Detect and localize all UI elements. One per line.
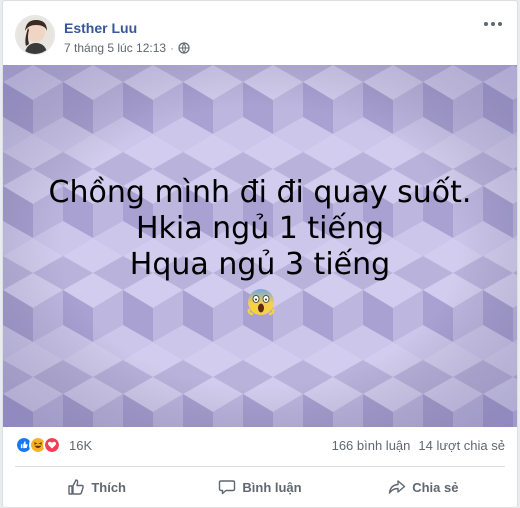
post-actions: Thích Bình luận Chia sẻ xyxy=(15,469,505,505)
thumbs-up-icon xyxy=(68,479,85,495)
share-count[interactable]: 14 lượt chia sẻ xyxy=(418,438,505,453)
post-stats: 166 bình luận 14 lượt chia sẻ xyxy=(332,438,505,453)
post-text-line-2: Hkia ngủ 1 tiếng xyxy=(135,211,385,246)
share-label: Chia sẻ xyxy=(412,479,459,495)
post-header: Esther Luu 7 tháng 5 lúc 12:13 · xyxy=(3,1,517,65)
more-dot xyxy=(491,22,495,26)
post-card: Esther Luu 7 tháng 5 lúc 12:13 · Chồng m… xyxy=(2,0,518,508)
post-image[interactable]: Chồng mình đi đi quay suốt. Hkia ngủ 1 t… xyxy=(3,65,517,427)
post-timestamp[interactable]: 7 tháng 5 lúc 12:13 xyxy=(64,41,166,55)
comment-icon xyxy=(219,480,236,495)
comment-label: Bình luận xyxy=(242,479,302,495)
face-screaming-in-fear-icon xyxy=(247,289,275,316)
reaction-count[interactable]: 16K xyxy=(69,438,92,453)
comment-count[interactable]: 166 bình luận xyxy=(332,438,411,453)
more-dot xyxy=(498,22,502,26)
love-reaction-icon xyxy=(43,436,61,454)
more-options-button[interactable] xyxy=(481,15,505,33)
divider xyxy=(15,466,505,467)
globe-icon[interactable] xyxy=(178,42,190,54)
post-meta: 7 tháng 5 lúc 12:13 · xyxy=(64,41,190,55)
share-button[interactable]: Chia sẻ xyxy=(342,471,505,503)
reaction-icons[interactable] xyxy=(15,436,61,454)
post-text: Chồng mình đi đi quay suốt. Hkia ngủ 1 t… xyxy=(3,175,517,283)
avatar[interactable] xyxy=(15,15,55,55)
comment-button[interactable]: Bình luận xyxy=(178,471,341,503)
author-name[interactable]: Esther Luu xyxy=(64,20,137,36)
like-label: Thích xyxy=(91,479,126,495)
share-arrow-icon xyxy=(388,480,406,494)
post-text-line-1: Chồng mình đi đi quay suốt. xyxy=(48,175,472,210)
meta-separator: · xyxy=(170,41,175,55)
more-dot xyxy=(484,22,488,26)
like-button[interactable]: Thích xyxy=(15,471,178,503)
reactions-bar: 16K 166 bình luận 14 lượt chia sẻ xyxy=(15,431,505,459)
post-text-line-3: Hqua ngủ 3 tiếng xyxy=(129,247,391,282)
